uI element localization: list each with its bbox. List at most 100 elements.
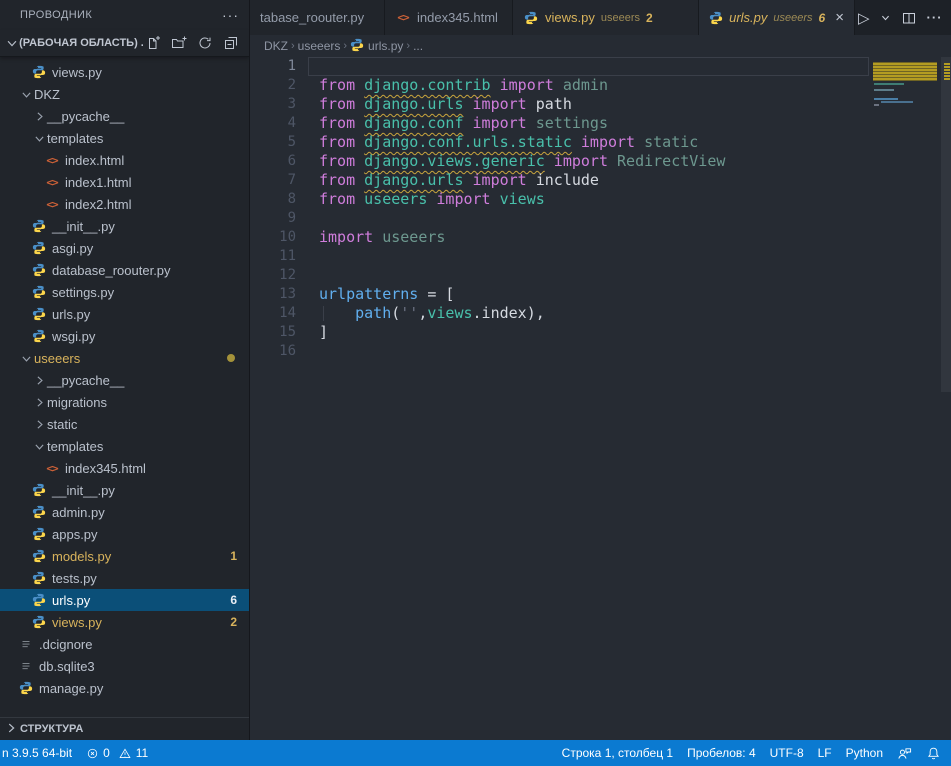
tree-file--dcignore[interactable]: .dcignore	[0, 633, 249, 655]
html-icon: <>	[46, 198, 57, 211]
tree-folder-static[interactable]: static	[0, 413, 249, 435]
code-line-11[interactable]: 11	[250, 247, 873, 266]
status-строка-1-столбец-1[interactable]: Строка 1, столбец 1	[555, 740, 680, 766]
tree-folder-dkz[interactable]: DKZ	[0, 83, 249, 105]
collapse-all-icon[interactable]	[221, 33, 241, 53]
chevron-down-icon	[31, 130, 47, 146]
tree-file-views-py[interactable]: views.py	[0, 61, 249, 83]
tab-views-py[interactable]: views.pyuseeers2	[513, 0, 699, 35]
tree-item-label: __init__.py	[52, 483, 115, 498]
tree-file-admin-py[interactable]: admin.py	[0, 501, 249, 523]
split-editor-icon[interactable]	[898, 6, 920, 30]
code-editor[interactable]: 12from django.contrib import admin3from …	[250, 57, 951, 740]
python-icon	[32, 505, 46, 519]
code-line-7[interactable]: 7from django.urls import include	[250, 171, 873, 190]
code-line-6[interactable]: 6from django.views.generic import Redire…	[250, 152, 873, 171]
python-interpreter-status[interactable]: n 3.9.5 64-bit	[0, 740, 79, 766]
tree-item-label: manage.py	[39, 681, 103, 696]
run-python-file-button[interactable]: ▷	[855, 6, 873, 30]
problem-count-badge: 1	[230, 549, 237, 563]
tree-file--init-py[interactable]: __init__.py	[0, 215, 249, 237]
new-folder-icon[interactable]	[169, 33, 189, 53]
tree-folder-templates[interactable]: templates	[0, 435, 249, 457]
tree-file-db-sqlite3[interactable]: db.sqlite3	[0, 655, 249, 677]
code-line-2[interactable]: 2from django.contrib import admin	[250, 76, 873, 95]
code-line-13[interactable]: 13urlpatterns = [	[250, 285, 873, 304]
tree-file-urls-py[interactable]: urls.py6	[0, 589, 249, 611]
python-icon	[32, 285, 46, 299]
code-line-5[interactable]: 5from django.conf.urls.static import sta…	[250, 133, 873, 152]
tree-item-label: database_roouter.py	[52, 263, 171, 278]
tree-folder-useeers[interactable]: useeers	[0, 347, 249, 369]
tree-file-database-roouter-py[interactable]: database_roouter.py	[0, 259, 249, 281]
tree-file-manage-py[interactable]: manage.py	[0, 677, 249, 699]
workspace-section-header[interactable]: (РАБОЧАЯ ОБЛАСТЬ) ...	[0, 30, 249, 57]
tree-folder-templates[interactable]: templates	[0, 127, 249, 149]
tree-folder--pycache-[interactable]: __pycache__	[0, 369, 249, 391]
status-lf[interactable]: LF	[811, 740, 839, 766]
code-line-3[interactable]: 3from django.urls import path	[250, 95, 873, 114]
tree-file-index345-html[interactable]: <>index345.html	[0, 457, 249, 479]
run-dropdown-icon[interactable]	[877, 6, 894, 30]
feedback-icon[interactable]	[890, 740, 919, 766]
chevron-right-icon	[31, 108, 47, 124]
status-пробелов-4[interactable]: Пробелов: 4	[680, 740, 763, 766]
python-icon	[19, 681, 33, 695]
tree-file-asgi-py[interactable]: asgi.py	[0, 237, 249, 259]
tree-file-index2-html[interactable]: <>index2.html	[0, 193, 249, 215]
code-pane[interactable]: 12from django.contrib import admin3from …	[250, 57, 873, 740]
outline-section-header[interactable]: СТРУКТУРА	[0, 717, 249, 740]
tree-file-apps-py[interactable]: apps.py	[0, 523, 249, 545]
tab-index345-html[interactable]: <>index345.html	[385, 0, 513, 35]
tree-file-urls-py[interactable]: urls.py	[0, 303, 249, 325]
problem-count-badge: 6	[230, 593, 237, 607]
breadcrumb-item[interactable]: urls.py	[350, 38, 403, 55]
notifications-bell-icon[interactable]	[919, 740, 951, 766]
status-python[interactable]: Python	[839, 740, 890, 766]
tab-urls-py[interactable]: urls.pyuseeers6×	[699, 0, 855, 35]
python-icon	[32, 263, 46, 277]
minimap[interactable]	[873, 59, 941, 740]
tab-tabase-roouter-py[interactable]: tabase_roouter.py	[250, 0, 385, 35]
scrollbar[interactable]	[941, 57, 951, 740]
indent-guide	[323, 306, 324, 321]
tree-item-label: db.sqlite3	[39, 659, 95, 674]
chevron-right-icon	[31, 394, 47, 410]
line-number: 11	[250, 247, 296, 266]
tree-file-wsgi-py[interactable]: wsgi.py	[0, 325, 249, 347]
close-icon[interactable]: ×	[835, 10, 844, 25]
code-line-15[interactable]: 15]	[250, 323, 873, 342]
line-number: 15	[250, 323, 296, 342]
tab-problem-badge: 2	[646, 11, 653, 25]
code-line-4[interactable]: 4from django.conf import settings	[250, 114, 873, 133]
breadcrumb-item[interactable]: ...	[413, 39, 423, 53]
code-line-8[interactable]: 8from useeers import views	[250, 190, 873, 209]
new-file-icon[interactable]	[143, 33, 163, 53]
tree-folder--pycache-[interactable]: __pycache__	[0, 105, 249, 127]
breadcrumb-label: urls.py	[368, 39, 403, 53]
status-utf-8[interactable]: UTF-8	[763, 740, 811, 766]
tree-file-settings-py[interactable]: settings.py	[0, 281, 249, 303]
outline-title: СТРУКТУРА	[20, 723, 83, 735]
code-line-16[interactable]: 16	[250, 342, 873, 361]
code-line-1[interactable]: 1	[250, 57, 873, 76]
tree-file-index1-html[interactable]: <>index1.html	[0, 171, 249, 193]
tree-file-models-py[interactable]: models.py1	[0, 545, 249, 567]
editor-more-actions-icon[interactable]: ···	[924, 6, 946, 30]
tree-folder-migrations[interactable]: migrations	[0, 391, 249, 413]
code-line-14[interactable]: 14 path('',views.index),	[250, 304, 873, 323]
code-line-10[interactable]: 10import useeers	[250, 228, 873, 247]
tree-file-tests-py[interactable]: tests.py	[0, 567, 249, 589]
tree-file-views-py[interactable]: views.py2	[0, 611, 249, 633]
refresh-icon[interactable]	[195, 33, 215, 53]
problems-status[interactable]: 0 11	[79, 740, 155, 766]
breadcrumb-item[interactable]: DKZ	[264, 39, 288, 53]
code-line-9[interactable]: 9	[250, 209, 873, 228]
html-icon: <>	[397, 11, 408, 24]
explorer-more-actions-icon[interactable]: ···	[222, 7, 239, 23]
python-icon	[32, 65, 46, 79]
tree-file--init-py[interactable]: __init__.py	[0, 479, 249, 501]
breadcrumb-item[interactable]: useeers	[298, 39, 341, 53]
tree-file-index-html[interactable]: <>index.html	[0, 149, 249, 171]
code-line-12[interactable]: 12	[250, 266, 873, 285]
